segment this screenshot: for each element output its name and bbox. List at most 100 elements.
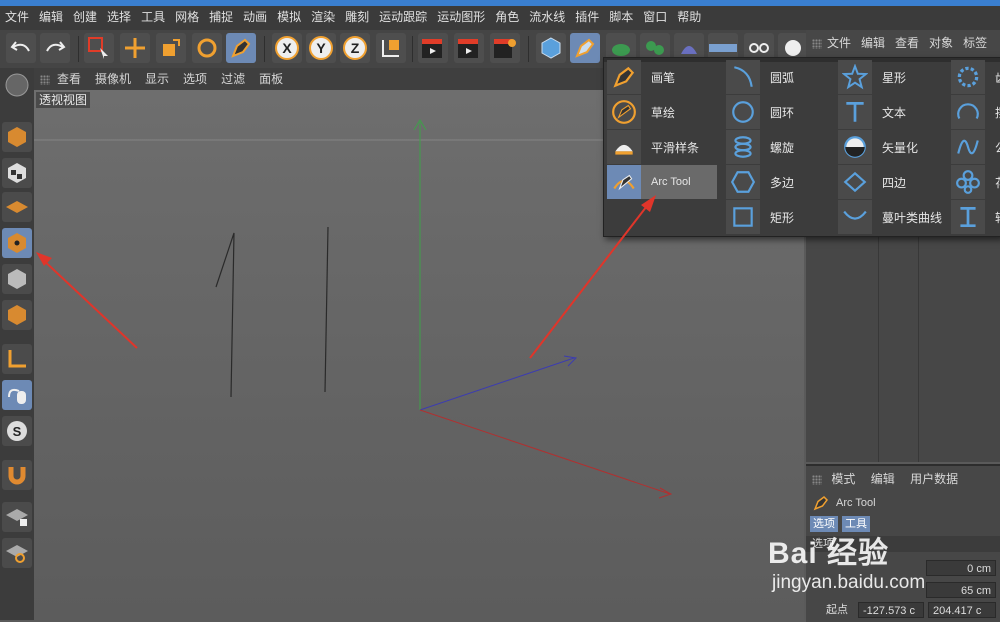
axis-mode-button[interactable]	[2, 344, 32, 374]
option-field-1[interactable]: 0 cm	[926, 560, 996, 576]
z-axis-line	[419, 357, 575, 411]
attribute-menu-edit[interactable]: 编辑	[865, 472, 901, 486]
scale-button[interactable]	[156, 33, 186, 63]
x-axis-button[interactable]: X	[272, 33, 302, 63]
viewport-menu-view[interactable]: 查看	[50, 68, 88, 90]
y-axis-icon: Y	[309, 36, 333, 60]
menu-animate[interactable]: 动画	[238, 6, 272, 28]
attribute-menu-mode[interactable]: 模式	[825, 472, 861, 486]
start-y-field[interactable]: 204.417 c	[928, 602, 996, 618]
dropdown-item-spline-smooth[interactable]: 平滑样条	[607, 130, 717, 164]
locked-grid-icon	[6, 509, 28, 526]
undo-button[interactable]	[6, 33, 36, 63]
render-picture-viewer-button[interactable]	[454, 33, 484, 63]
dropdown-item-cycloid[interactable]: 摆	[951, 95, 1000, 129]
move-button[interactable]	[120, 33, 150, 63]
attribute-menu-userdata[interactable]: 用户数据	[904, 472, 964, 486]
scale-icon	[163, 39, 180, 56]
spline-tools-button[interactable]	[570, 33, 600, 63]
dropdown-item-flower[interactable]: 花	[951, 165, 1000, 199]
menu-help[interactable]: 帮助	[672, 6, 706, 28]
dropdown-item-profile[interactable]: 轮	[951, 200, 1000, 234]
menu-pipeline[interactable]: 流水线	[524, 6, 570, 28]
dropdown-item-ngon[interactable]: 多边	[726, 165, 836, 199]
live-selection-button[interactable]	[84, 33, 114, 63]
viewport-menu-filter[interactable]: 过滤	[214, 68, 252, 90]
menu-simulate[interactable]: 模拟	[272, 6, 306, 28]
dropdown-item-4-side[interactable]: 四边	[838, 165, 948, 199]
redo-button[interactable]	[40, 33, 70, 63]
menu-render[interactable]: 渲染	[306, 6, 340, 28]
cube-icon	[8, 127, 26, 147]
menu-file[interactable]: 文件	[0, 6, 34, 28]
rotate-button[interactable]	[192, 33, 222, 63]
menu-script[interactable]: 脚本	[604, 6, 638, 28]
menu-select[interactable]: 选择	[102, 6, 136, 28]
workplane-button[interactable]	[2, 192, 32, 222]
cube-object-button[interactable]	[536, 33, 566, 63]
pen-tool-button[interactable]	[226, 33, 256, 63]
solo-icon: S	[7, 421, 27, 441]
arc-icon	[734, 66, 753, 87]
start-x-field[interactable]: -127.573 c	[858, 602, 924, 618]
locked-workplane-button[interactable]	[2, 502, 32, 532]
dropdown-item-vectorizer[interactable]: 矢量化	[838, 130, 948, 164]
menu-tools[interactable]: 工具	[136, 6, 170, 28]
render-settings-button[interactable]	[490, 33, 520, 63]
dropdown-item-cissoid[interactable]: 蔓叶类曲线	[838, 200, 948, 234]
z-axis-icon: Z	[343, 36, 367, 60]
menu-motion-tracking[interactable]: 运动跟踪	[374, 6, 432, 28]
render-view-button[interactable]	[418, 33, 448, 63]
snap-button[interactable]	[2, 460, 32, 490]
mesh-sphere-icon	[5, 73, 29, 97]
dropdown-item-pen[interactable]: 画笔	[607, 60, 717, 94]
model-mode-button[interactable]	[2, 122, 32, 152]
texture-mode-button[interactable]	[2, 158, 32, 188]
magnet-icon	[8, 467, 26, 485]
dropdown-item-circle[interactable]: 圆环	[726, 95, 836, 129]
dropdown-item-star[interactable]: 星形	[838, 60, 948, 94]
attribute-header: Arc Tool	[812, 494, 992, 512]
object-menu-edit[interactable]: 编辑	[856, 32, 890, 54]
circle-icon	[732, 101, 754, 123]
menu-create[interactable]: 创建	[68, 6, 102, 28]
menu-mograph[interactable]: 运动图形	[432, 6, 490, 28]
menu-plugins[interactable]: 插件	[570, 6, 604, 28]
solo-button[interactable]: S	[2, 416, 32, 446]
dropdown-item-text[interactable]: 文本	[838, 95, 948, 129]
edges-mode-button[interactable]	[2, 264, 32, 294]
dropdown-item-arc[interactable]: 圆弧	[726, 60, 836, 94]
profile-icon	[960, 206, 976, 228]
dropdown-item-rectangle[interactable]: 矩形	[726, 200, 836, 234]
planar-workplane-button[interactable]	[2, 538, 32, 568]
menu-window[interactable]: 窗口	[638, 6, 672, 28]
points-mode-button[interactable]	[2, 228, 32, 258]
viewport-menu-cameras[interactable]: 摄像机	[88, 68, 138, 90]
z-axis-button[interactable]: Z	[340, 33, 370, 63]
viewport-menu-display[interactable]: 显示	[138, 68, 176, 90]
menu-snap[interactable]: 捕捉	[204, 6, 238, 28]
option-field-2[interactable]: 65 cm	[926, 582, 996, 598]
object-menu-tags[interactable]: 标签	[958, 32, 992, 54]
make-editable-button[interactable]	[2, 70, 32, 100]
menu-edit[interactable]: 编辑	[34, 6, 68, 28]
tweak-mode-button[interactable]	[2, 380, 32, 410]
object-menu-file[interactable]: 文件	[822, 32, 856, 54]
dropdown-item-formula[interactable]: 公	[951, 130, 1000, 164]
dropdown-item-arc-tool[interactable]: Arc Tool	[607, 165, 717, 199]
polygons-mode-button[interactable]	[2, 300, 32, 330]
menu-character[interactable]: 角色	[490, 6, 524, 28]
viewport-menu-panel[interactable]: 面板	[252, 68, 290, 90]
coordinate-system-button[interactable]	[376, 33, 406, 63]
viewport-menu-options[interactable]: 选项	[176, 68, 214, 90]
y-axis-button[interactable]: Y	[306, 33, 336, 63]
dropdown-item-helix[interactable]: 螺旋	[726, 130, 836, 164]
cube-icon	[541, 37, 561, 59]
menu-mesh[interactable]: 网格	[170, 6, 204, 28]
dropdown-item-cogwheel[interactable]: 齿	[951, 60, 1000, 94]
polygons-cube-icon	[8, 305, 26, 325]
object-menu-objects[interactable]: 对象	[924, 32, 958, 54]
object-menu-view[interactable]: 查看	[890, 32, 924, 54]
menu-sculpt[interactable]: 雕刻	[340, 6, 374, 28]
dropdown-item-sketch[interactable]: 草绘	[607, 95, 717, 129]
